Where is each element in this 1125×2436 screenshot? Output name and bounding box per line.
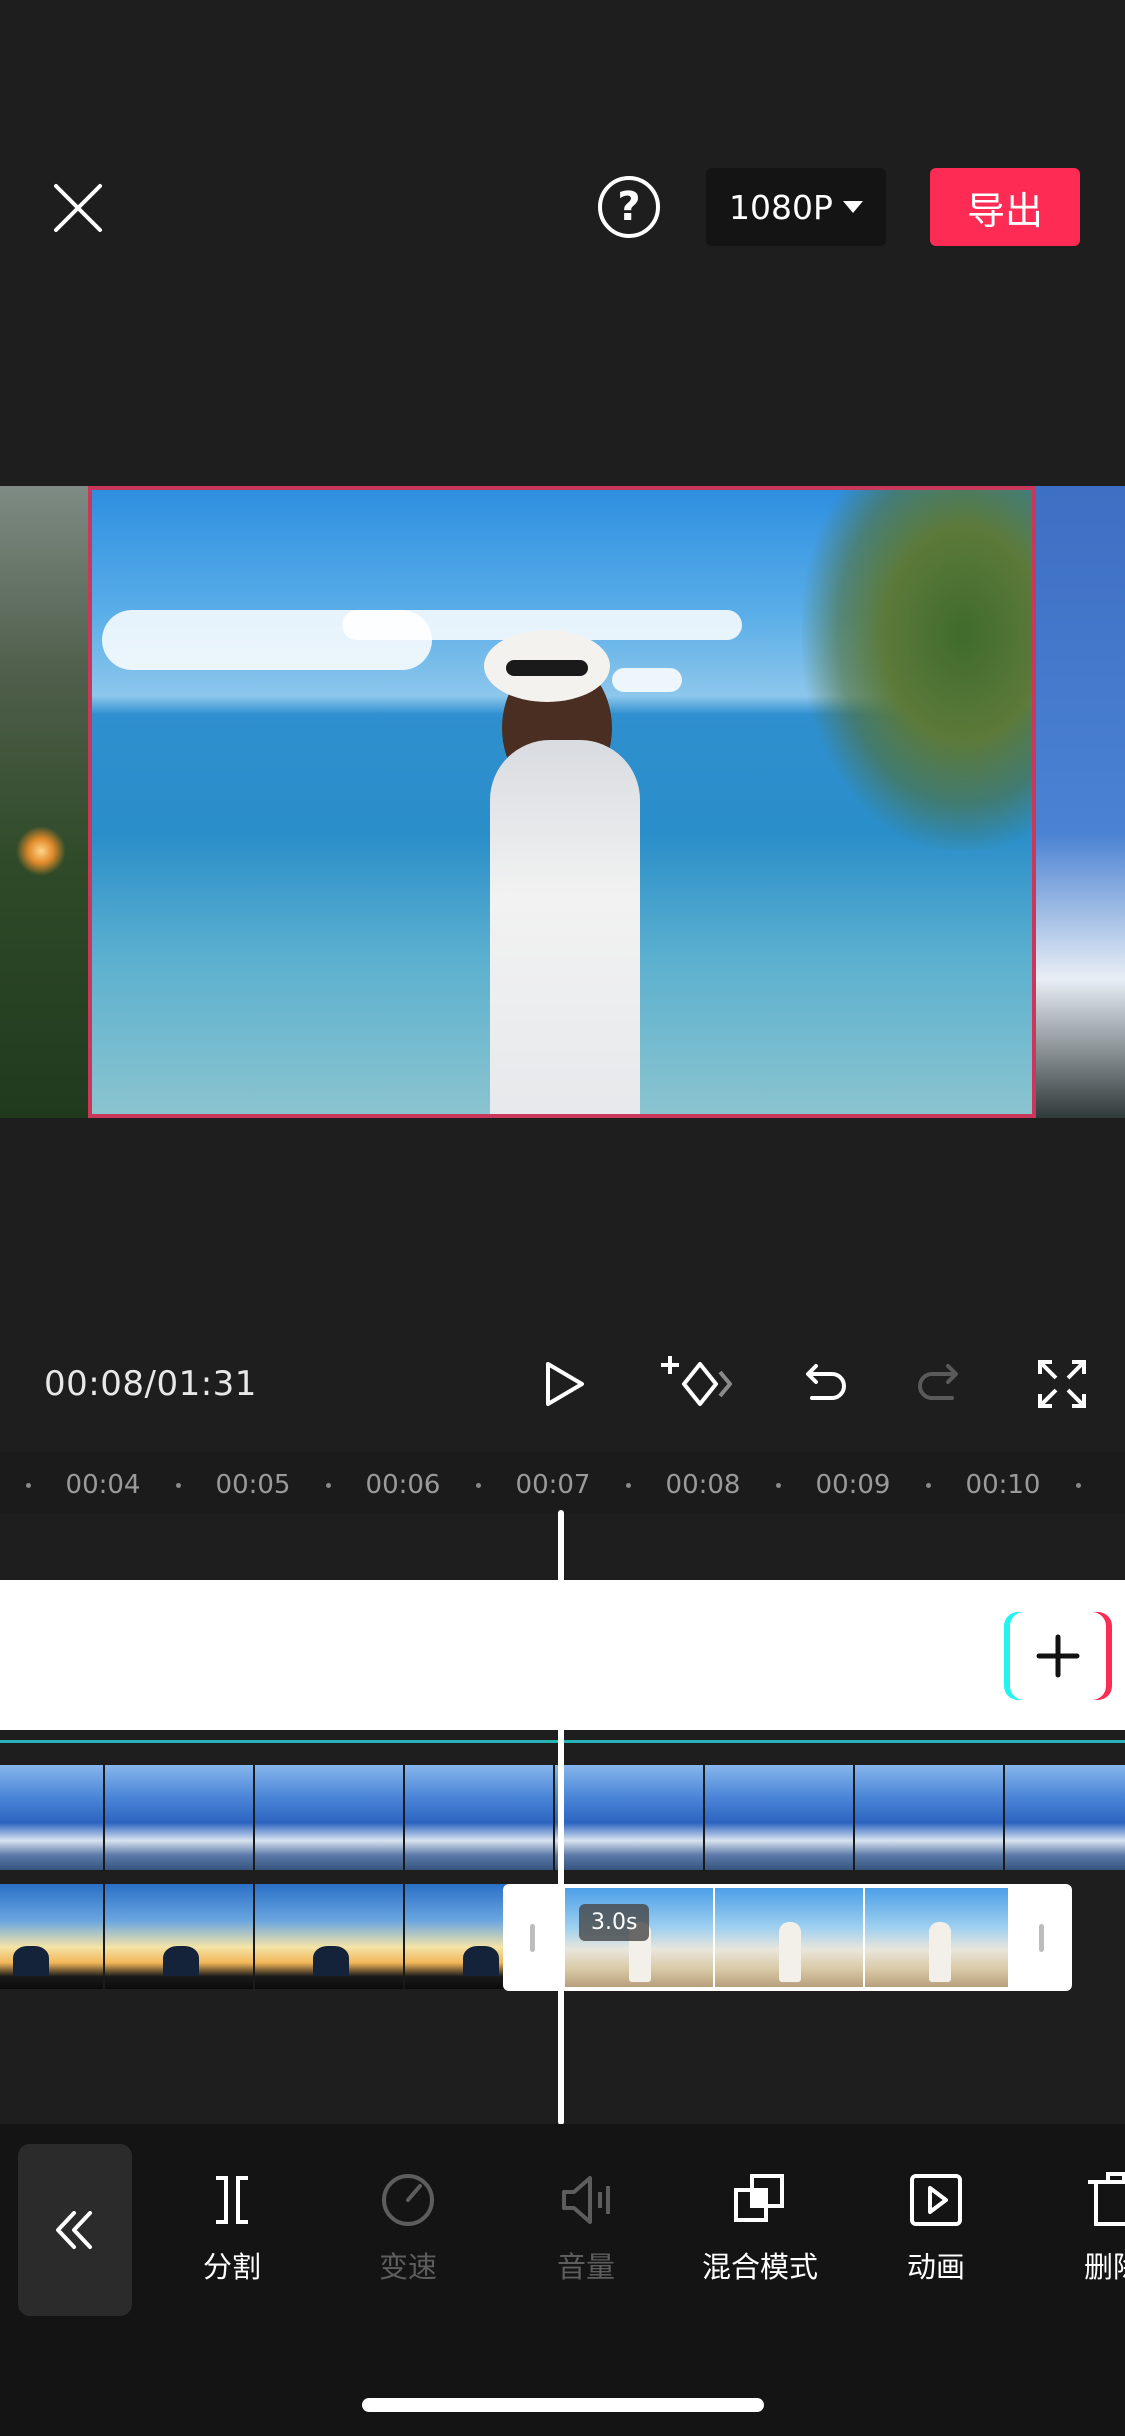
ruler-tick: 00:04 [65,1470,141,1500]
ruler-dot [626,1483,631,1488]
playhead[interactable] [558,1510,564,2125]
blend-mode-icon [734,2174,784,2222]
animation-icon [910,2174,962,2226]
resolution-dropdown[interactable]: 1080P [706,168,886,246]
help-icon: ? [617,184,641,230]
collapse-toolbar-button[interactable] [18,2144,132,2316]
tool-label: 删除 [1084,2250,1125,2284]
tool-blend-mode[interactable]: 混合模式 [680,2170,840,2300]
preview-current-clip[interactable] [88,486,1036,1118]
tree [802,490,1032,850]
undo-button[interactable] [794,1356,850,1412]
cloud [612,668,682,692]
speed-icon [382,2174,434,2226]
clip-thumbnail [105,1765,255,1870]
clip-thumbnail [0,1765,105,1870]
ruler-dot [176,1483,181,1488]
clip-thumbnail [105,1884,255,1989]
clip-duration-badge: 3.0s [579,1904,650,1941]
clip-thumbnail [255,1884,405,1989]
time-display: 00:08/01:31 [44,1364,257,1404]
close-icon [54,184,102,232]
ruler-dot [26,1483,31,1488]
ruler-tick: 00:08 [665,1470,741,1500]
clip-thumbnail [1005,1765,1125,1870]
tool-label: 变速 [378,2250,437,2284]
ruler-dot [776,1483,781,1488]
tool-animation[interactable]: 动画 [856,2170,1016,2300]
close-button[interactable] [48,178,108,238]
clip-thumbnail [705,1765,855,1870]
help-button[interactable]: ? [598,176,660,238]
tool-volume[interactable]: 音量 [506,2170,666,2300]
ruler-dot [326,1483,331,1488]
double-chevron-left-icon [56,2211,92,2249]
video-track-2[interactable] [0,1884,555,1989]
redo-button[interactable] [914,1356,970,1412]
ruler-tick: 00:05 [215,1470,291,1500]
volume-icon [562,2176,610,2224]
tool-label: 分割 [202,2250,261,2284]
add-clip-button[interactable] [1010,1612,1106,1700]
caret-down-icon [842,201,863,213]
timeline-ruler[interactable]: 00:04 00:05 00:06 00:07 00:08 00:09 00:1… [0,1452,1125,1514]
ruler-dot [476,1483,481,1488]
tool-label: 动画 [906,2250,965,2284]
tool-speed[interactable]: 变速 [328,2170,488,2300]
ruler-dot [926,1483,931,1488]
clip-thumbnail [555,1765,705,1870]
split-icon [216,2176,248,2224]
clip-thumbnail [405,1765,555,1870]
ruler-tick: 00:07 [515,1470,591,1500]
fullscreen-icon [1038,1360,1086,1408]
clip-thumbnail [855,1765,1005,1870]
woman-figure [490,740,640,1114]
clip-left-handle[interactable] [530,1924,535,1952]
export-button[interactable]: 导出 [930,168,1080,246]
fullscreen-button[interactable] [1034,1356,1090,1412]
tool-delete[interactable]: 删除 [1032,2170,1125,2300]
play-button[interactable] [536,1356,592,1412]
keyframe-button[interactable] [660,1350,740,1416]
city-lights [16,826,66,876]
preview-next-clip [1036,486,1125,1118]
preview-previous-clip [0,486,90,1118]
delete-icon [1088,2172,1125,2226]
ruler-dot [1076,1483,1081,1488]
ruler-tick: 00:06 [365,1470,441,1500]
add-keyframe-icon [661,1356,732,1406]
clip-thumbnail [255,1765,405,1870]
clip-thumbnail [715,1888,865,1987]
play-icon [546,1362,584,1406]
resolution-label: 1080P [729,187,833,227]
tool-label: 混合模式 [701,2250,818,2284]
clip-thumbnail [865,1888,1008,1987]
plus-icon [1036,1634,1080,1678]
selected-clip[interactable]: 3.0s [503,1884,1072,1991]
clip-thumbnail [0,1884,105,1989]
redo-icon [918,1364,958,1400]
clip-right-handle[interactable] [1039,1924,1044,1952]
tool-split[interactable]: 分割 [152,2170,312,2300]
ruler-tick: 00:09 [815,1470,891,1500]
undo-icon [806,1364,846,1400]
sun-hat [484,630,610,702]
home-indicator [362,2398,764,2412]
export-label: 导出 [966,188,1043,233]
tool-label: 音量 [556,2250,615,2284]
ruler-tick: 00:10 [965,1470,1041,1500]
